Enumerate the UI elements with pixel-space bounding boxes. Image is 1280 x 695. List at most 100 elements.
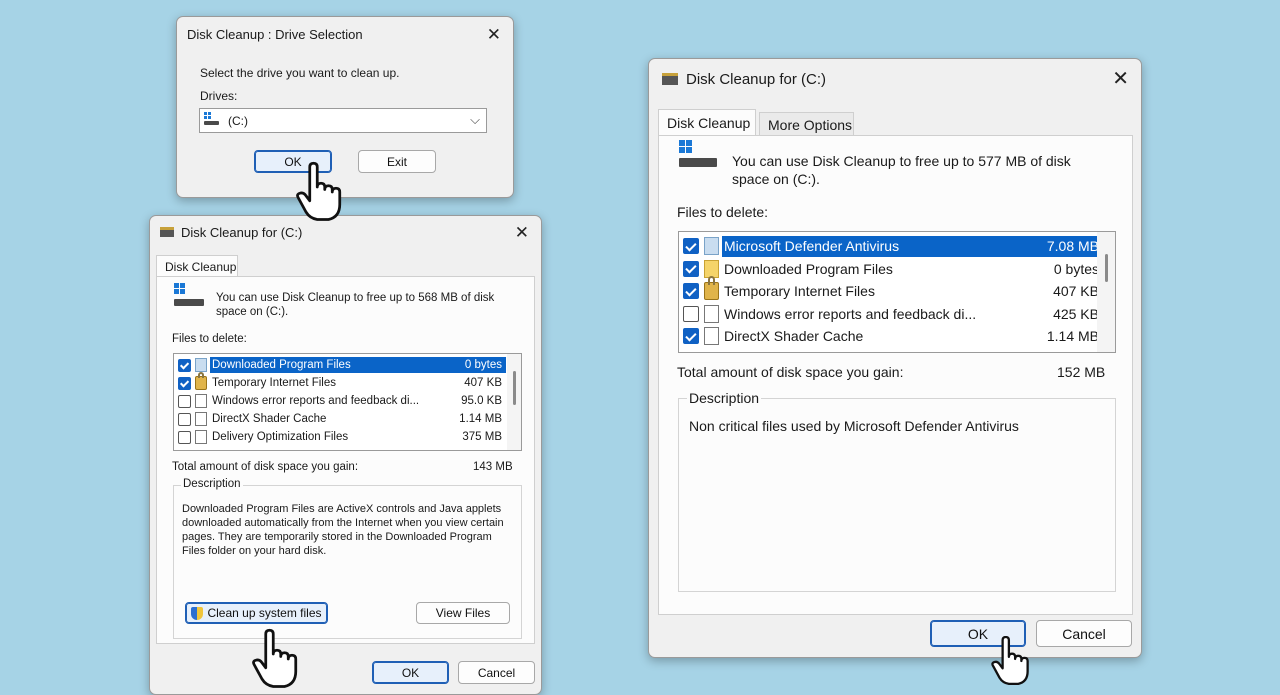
list-item[interactable]: DirectX Shader Cache 1.14 MB <box>683 325 1103 348</box>
drive-selection-title: Disk Cleanup : Drive Selection <box>187 26 363 42</box>
files-list[interactable]: Microsoft Defender Antivirus 7.08 MB Downl… <box>678 231 1116 353</box>
file-name: Temporary Internet Files <box>724 283 875 300</box>
total-gain-label: Total amount of disk space you gain: <box>677 364 904 380</box>
list-item[interactable]: Temporary Internet Files 407 KB <box>178 371 506 392</box>
files-to-delete-label: Files to delete: <box>677 204 769 220</box>
file-name: Windows error reports and feedback di... <box>212 395 420 407</box>
hand-cursor-icon <box>296 161 342 221</box>
files-to-delete-label: Files to delete: <box>172 333 247 345</box>
description-text: Downloaded Program Files are ActiveX con… <box>182 503 504 557</box>
checkbox[interactable] <box>683 238 699 255</box>
description-text: Non critical files used by Microsoft Def… <box>689 418 1019 434</box>
total-gain-value: 152 MB <box>1057 364 1106 380</box>
drive-selection-titlebar: Disk Cleanup : Drive Selection ✕ <box>177 17 513 51</box>
list-item[interactable]: Downloaded Program Files 0 bytes <box>178 356 506 374</box>
checkbox[interactable] <box>683 328 699 345</box>
list-item[interactable]: Windows error reports and feedback di...… <box>683 303 1103 326</box>
document-icon <box>195 394 207 408</box>
hand-cursor-icon <box>252 628 298 688</box>
hand-cursor-icon <box>991 636 1029 686</box>
chevron-down-icon: ⌵ <box>470 112 480 127</box>
selected-drive: (C:) <box>228 114 248 128</box>
exit-button[interactable]: Exit <box>358 150 436 173</box>
document-icon <box>195 430 207 444</box>
checkbox[interactable] <box>178 394 191 408</box>
view-files-button[interactable]: View Files <box>416 602 510 624</box>
tab-more-options[interactable]: More Options <box>759 112 854 136</box>
file-name: DirectX Shader Cache <box>724 328 864 345</box>
uac-shield-icon <box>191 606 204 620</box>
scrollbar[interactable] <box>1097 232 1115 352</box>
drive-select[interactable]: (C:) ⌵ <box>199 108 487 133</box>
tab-disk-cleanup[interactable]: Disk Cleanup <box>156 255 238 277</box>
checkbox[interactable] <box>683 260 699 277</box>
disk-cleanup-app-icon <box>662 73 678 85</box>
checkbox[interactable] <box>178 358 191 372</box>
file-name: DirectX Shader Cache <box>212 413 327 425</box>
close-icon[interactable]: ✕ <box>515 224 529 241</box>
list-item[interactable]: Temporary Internet Files 407 KB <box>683 276 1103 303</box>
list-item[interactable]: DirectX Shader Cache 1.14 MB <box>178 410 506 428</box>
file-name: Delivery Optimization Files <box>212 431 349 443</box>
info-text: You can use Disk Cleanup to free up to 5… <box>732 153 1071 187</box>
list-item[interactable]: Delivery Optimization Files 375 MB <box>178 428 506 446</box>
file-size: 375 MB <box>462 431 502 443</box>
cancel-button[interactable]: Cancel <box>458 661 535 684</box>
cleanup-small-title: Disk Cleanup for (C:) <box>181 224 303 240</box>
disk-cleanup-dialog-large: Disk Cleanup for (C:) ✕ Disk Cleanup Mor… <box>648 58 1142 658</box>
cancel-button[interactable]: Cancel <box>1036 620 1132 647</box>
file-name: Microsoft Defender Antivirus <box>722 236 1014 257</box>
document-icon <box>704 327 719 346</box>
cleanup-small-panel: You can use Disk Cleanup to free up to 5… <box>156 276 535 644</box>
drive-icon <box>174 283 206 307</box>
file-size: 0 bytes <box>432 357 506 373</box>
checkbox[interactable] <box>178 430 191 444</box>
document-icon <box>704 304 719 323</box>
blue-page-icon <box>704 237 719 256</box>
cleanup-large-titlebar: Disk Cleanup for (C:) ✕ <box>649 59 1141 99</box>
description-groupbox: Description Non critical files used by M… <box>678 390 1116 592</box>
file-size: 425 KB <box>1053 305 1099 322</box>
cleanup-large-title: Disk Cleanup for (C:) <box>686 70 827 88</box>
folder-icon <box>704 259 719 278</box>
list-item[interactable]: Windows error reports and feedback di...… <box>178 392 506 410</box>
drive-icon <box>204 112 220 126</box>
file-size: 7.08 MB <box>1014 236 1103 257</box>
drive-prompt: Select the drive you want to clean up. <box>200 66 400 80</box>
scrollbar[interactable] <box>507 354 521 450</box>
files-list[interactable]: Downloaded Program Files 0 bytes Temporary… <box>173 353 522 451</box>
close-icon[interactable]: ✕ <box>1112 69 1129 89</box>
cleanup-large-panel: You can use Disk Cleanup to free up to 5… <box>658 135 1133 615</box>
file-name: Temporary Internet Files <box>212 377 336 389</box>
clean-up-system-files-button[interactable]: Clean up system files <box>185 602 328 624</box>
lock-icon <box>704 276 719 301</box>
close-icon[interactable]: ✕ <box>487 26 501 43</box>
lock-icon <box>195 371 207 390</box>
list-item[interactable]: Downloaded Program Files 0 bytes <box>683 258 1103 281</box>
description-groupbox: Description Downloaded Program Files are… <box>173 478 522 639</box>
file-size: 407 KB <box>1053 283 1099 300</box>
checkbox[interactable] <box>683 283 699 300</box>
ok-button[interactable]: OK <box>372 661 449 684</box>
file-size: 95.0 KB <box>461 395 502 407</box>
scrollbar-thumb[interactable] <box>1105 254 1108 282</box>
checkbox[interactable] <box>178 412 191 426</box>
scrollbar-thumb[interactable] <box>513 371 516 405</box>
description-label: Description <box>181 478 243 490</box>
checkbox[interactable] <box>683 305 699 322</box>
total-gain-value: 143 MB <box>473 461 513 473</box>
tab-disk-cleanup[interactable]: Disk Cleanup <box>658 109 756 136</box>
drive-icon <box>679 140 719 170</box>
file-name: Windows error reports and feedback di... <box>724 305 977 322</box>
blue-page-icon <box>195 358 207 372</box>
file-size: 407 KB <box>464 377 502 389</box>
checkbox[interactable] <box>178 376 191 390</box>
drives-label: Drives: <box>200 89 238 103</box>
file-name: Downloaded Program Files <box>724 260 893 277</box>
document-icon <box>195 412 207 426</box>
disk-cleanup-dialog-small: Disk Cleanup for (C:) ✕ Disk Cleanup You… <box>149 215 542 695</box>
list-item[interactable]: Microsoft Defender Antivirus 7.08 MB <box>683 235 1103 258</box>
file-size: 0 bytes <box>1053 260 1099 277</box>
file-size: 1.14 MB <box>1046 328 1099 345</box>
total-gain-label: Total amount of disk space you gain: <box>172 461 359 473</box>
